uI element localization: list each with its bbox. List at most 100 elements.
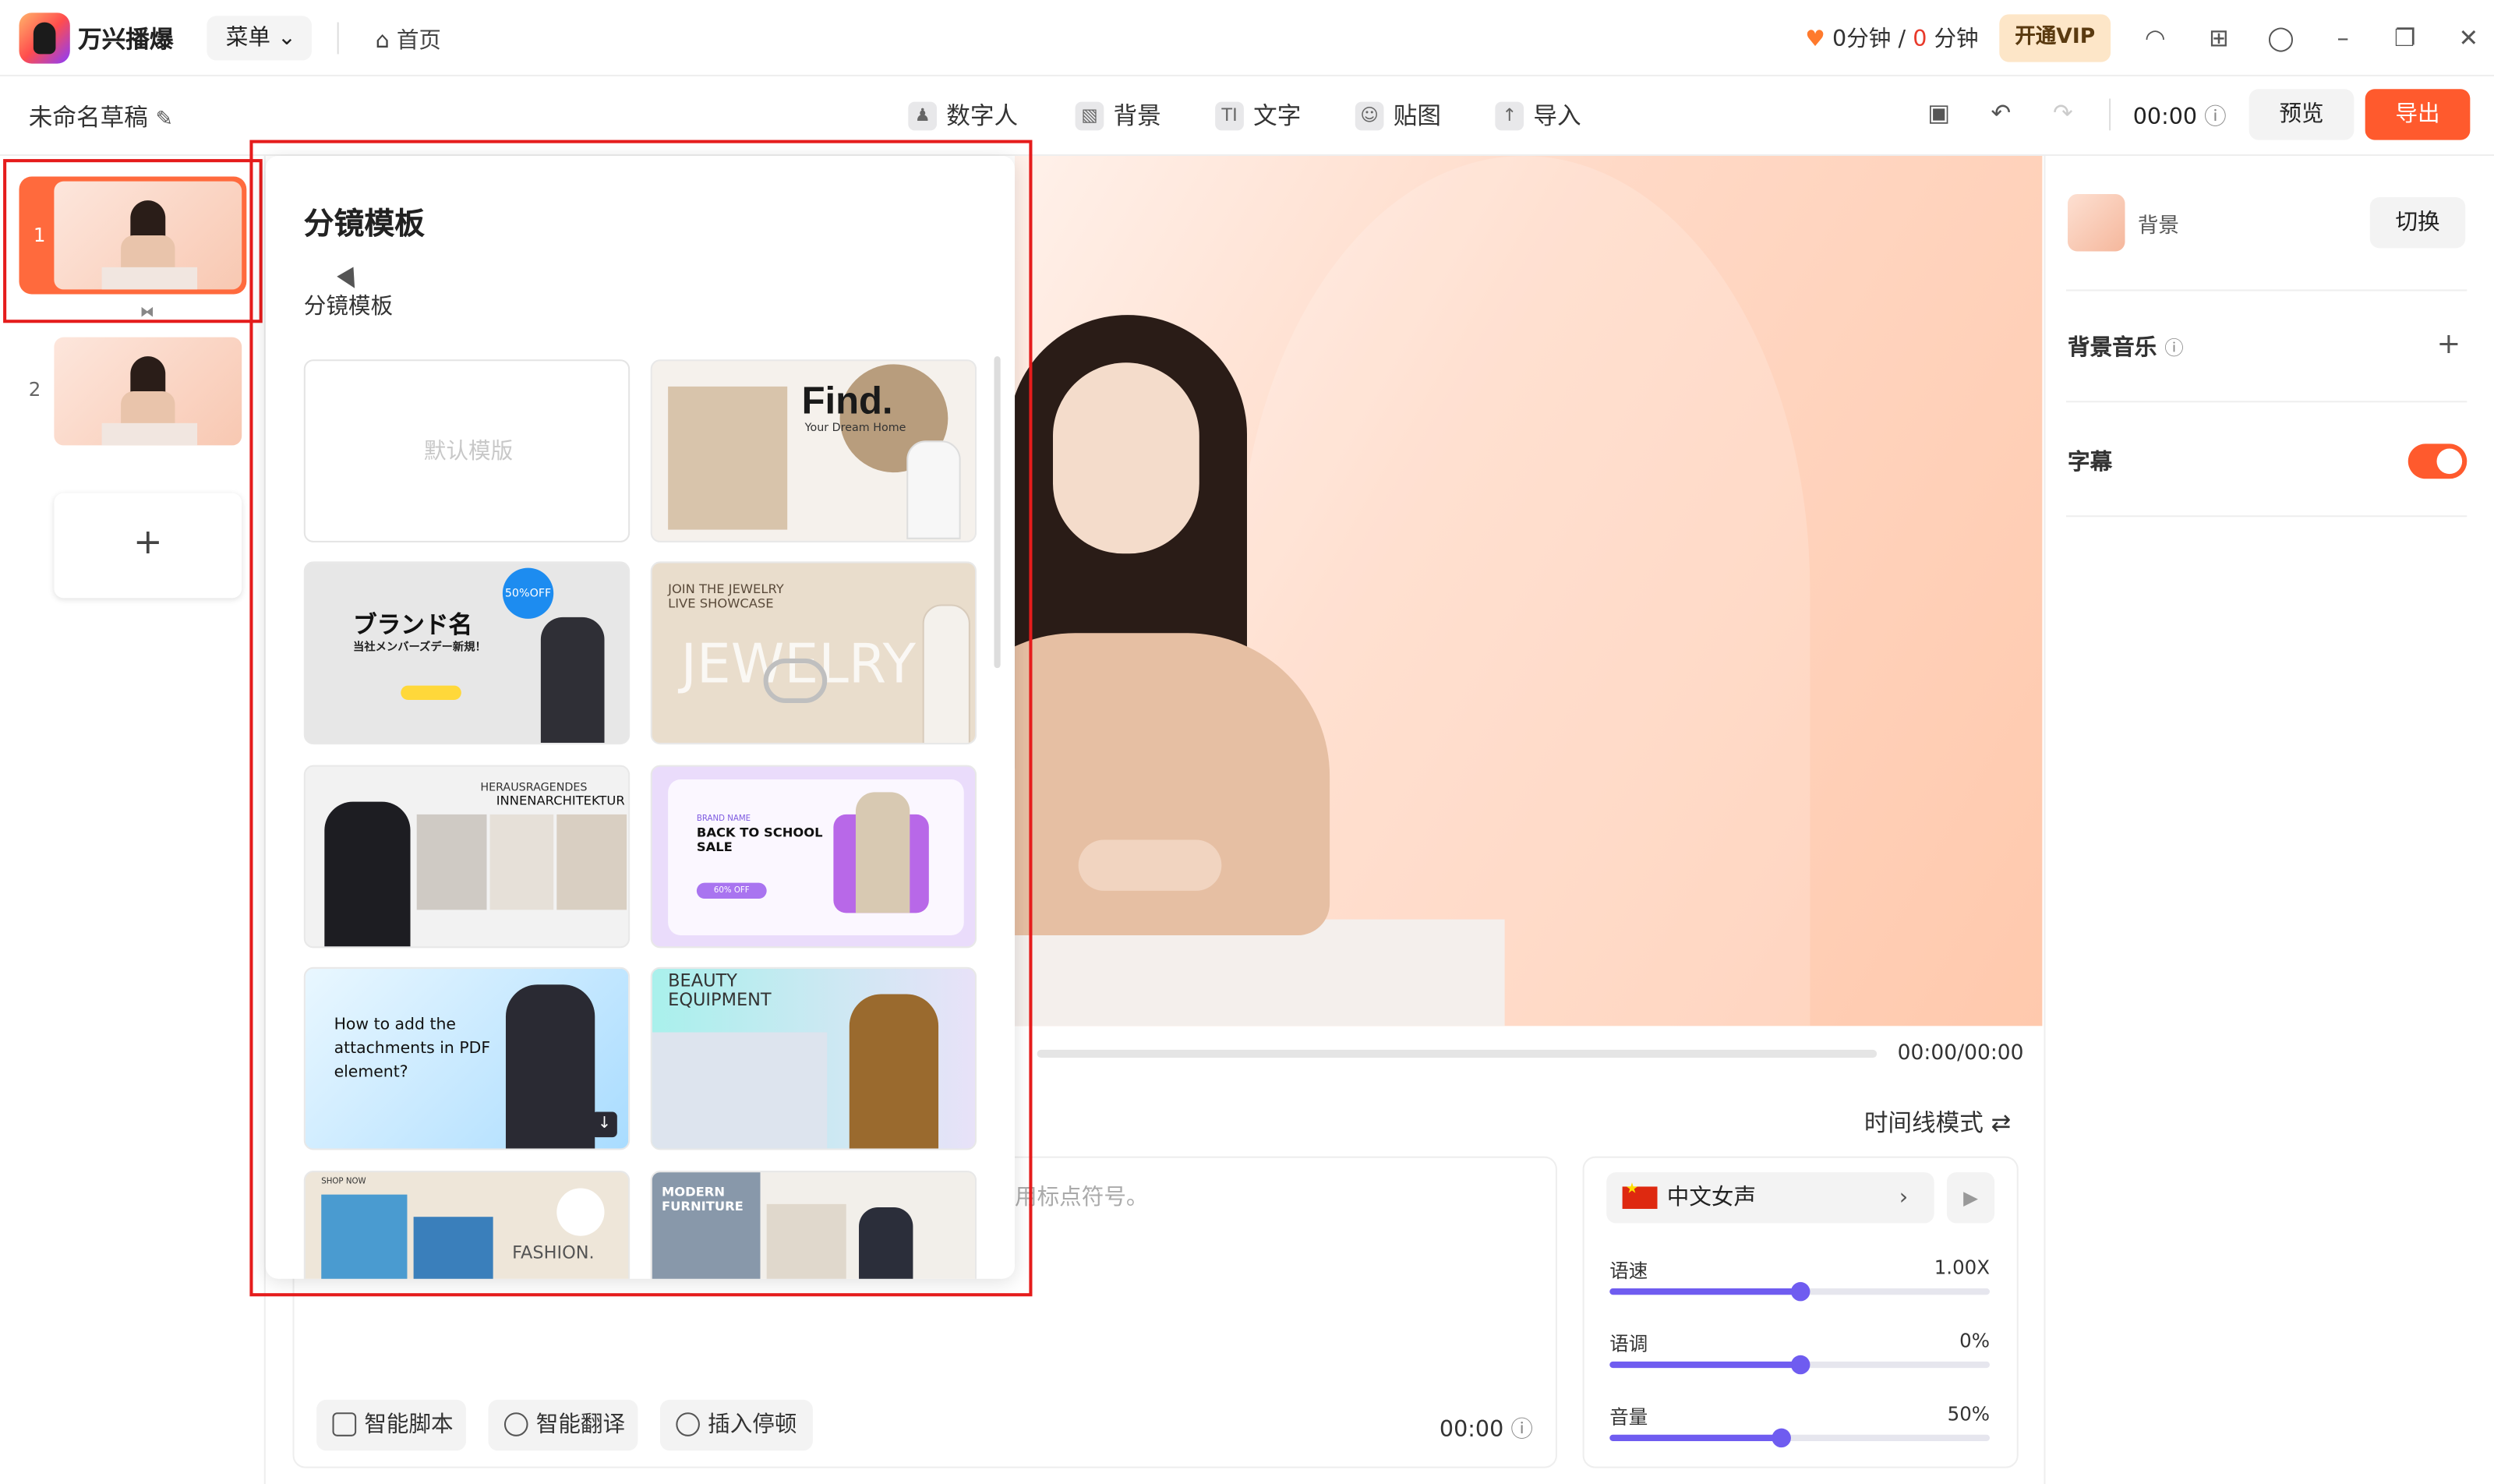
editor-time: 00:00 ⓘ: [1440, 1412, 1533, 1444]
home-link[interactable]: ⌂ 首页: [376, 24, 441, 56]
tool-digital-human[interactable]: ♟ 数字人: [908, 99, 1018, 132]
pitch-slider[interactable]: [1609, 1355, 1991, 1375]
tool-label: 数字人: [946, 101, 1019, 131]
background-thumbnail[interactable]: [2068, 193, 2125, 252]
help-icon[interactable]: ⓘ: [2164, 337, 2184, 360]
tool-label: 文字: [1253, 101, 1302, 131]
tool-import[interactable]: ↑ 导入: [1495, 99, 1581, 132]
title-bar: 万兴播爆 菜单 ⌄ ⌂ 首页 ♥ 0分钟 / 0 分钟 开通VIP ◠ ⊞ ◯ …: [0, 0, 2494, 76]
slider-handle[interactable]: [1789, 1355, 1810, 1375]
smart-script-button[interactable]: 智能脚本: [316, 1399, 466, 1451]
divider: [2109, 98, 2111, 131]
export-button[interactable]: 导出: [2365, 89, 2471, 140]
add-music-icon[interactable]: +: [2437, 327, 2461, 361]
tool-label: 贴图: [1393, 101, 1441, 131]
import-icon: ↑: [1495, 101, 1524, 130]
undo-icon[interactable]: ↶: [1987, 99, 2015, 128]
slider-fill: [1609, 1434, 1781, 1441]
pitch-label: 语调: [1609, 1333, 1648, 1355]
slider-handle[interactable]: [1771, 1428, 1791, 1448]
help-icon[interactable]: ⓘ: [2204, 105, 2227, 131]
highlight-box: [249, 140, 1033, 1297]
switch-background-button[interactable]: 切换: [2369, 197, 2466, 249]
edit-icon[interactable]: ✎: [156, 108, 173, 132]
timeline-mode-label: 时间线模式: [1863, 1108, 1984, 1138]
desk: [101, 422, 198, 446]
tool-label: 背景: [1113, 101, 1161, 131]
volume-slider[interactable]: [1609, 1428, 1991, 1448]
bg-music-row: 背景音乐 ⓘ: [2068, 330, 2184, 362]
digital-human-icon: ♟: [908, 101, 938, 130]
user-icon[interactable]: ◯: [2266, 24, 2295, 53]
subtitle-toggle[interactable]: [2407, 443, 2468, 479]
menu-label: 菜单: [225, 25, 270, 51]
credit-icon: ♥: [1805, 26, 1825, 53]
redo-icon[interactable]: ↷: [2049, 99, 2078, 128]
tool-text[interactable]: TI 文字: [1215, 99, 1301, 132]
preview-canvas[interactable]: [1015, 155, 2043, 1026]
presenter-hands: [1078, 839, 1222, 891]
vip-button[interactable]: 开通VIP: [1999, 14, 2111, 62]
draft-title-text: 未命名草稿: [28, 103, 148, 132]
china-flag-icon: [1622, 1182, 1658, 1210]
tool-sticker[interactable]: ☺ 贴图: [1355, 99, 1441, 132]
minimize-icon[interactable]: –: [2329, 24, 2358, 53]
slider-fill: [1609, 1361, 1800, 1369]
tool-label: 导入: [1533, 101, 1581, 131]
restore-icon[interactable]: ❐: [2390, 24, 2419, 53]
subtitle-label: 字幕: [2068, 450, 2113, 476]
slider-handle[interactable]: [1789, 1281, 1810, 1302]
app-name: 万兴播爆: [77, 25, 174, 55]
divider: [2065, 401, 2468, 403]
background-icon: ▧: [1075, 101, 1104, 130]
slide-number: 2: [28, 378, 41, 401]
presenter-face: [1053, 362, 1199, 554]
slide-thumbnail-2[interactable]: [54, 337, 242, 446]
translate-icon: [503, 1412, 528, 1436]
grid-icon[interactable]: ⊞: [2205, 24, 2234, 53]
help-icon[interactable]: ⓘ: [1510, 1417, 1533, 1443]
voice-name: 中文女声: [1666, 1185, 1757, 1211]
desk: [1015, 919, 1505, 1026]
credits-unit: 分钟: [1934, 26, 1979, 53]
support-icon[interactable]: ◠: [2141, 24, 2170, 53]
toolbar-time: 00:00 ⓘ: [2133, 101, 2227, 132]
player-time: 00:00/00:00: [1897, 1041, 2024, 1066]
chevron-down-icon: ⌄: [277, 25, 296, 51]
divider: [337, 22, 339, 55]
button-label: 智能脚本: [364, 1412, 454, 1438]
progress-bar[interactable]: [1037, 1049, 1878, 1058]
slider-fill: [1609, 1288, 1800, 1295]
highlight-box: [3, 159, 263, 323]
save-icon[interactable]: ▣: [1924, 99, 1953, 128]
button-label: 智能翻译: [535, 1412, 626, 1438]
credits-sep: /: [1898, 26, 1906, 53]
speed-slider[interactable]: [1609, 1281, 1991, 1302]
menu-button[interactable]: 菜单 ⌄: [207, 16, 312, 61]
credits-used: 0分钟: [1832, 26, 1892, 53]
avatar: [121, 356, 175, 433]
close-icon[interactable]: ✕: [2454, 24, 2483, 53]
insert-pause-button[interactable]: 插入停顿: [659, 1399, 813, 1451]
text-icon: TI: [1215, 101, 1244, 130]
volume-label: 音量: [1609, 1406, 1648, 1429]
credits-display: ♥ 0分钟 / 0 分钟: [1805, 23, 1978, 55]
add-slide-button[interactable]: +: [54, 493, 242, 599]
draft-title[interactable]: 未命名草稿 ✎: [29, 101, 173, 134]
chevron-right-icon: ›: [1899, 1185, 1909, 1211]
speed-label: 语速: [1609, 1260, 1648, 1282]
preview-button[interactable]: 预览: [2248, 89, 2354, 140]
tool-background[interactable]: ▧ 背景: [1075, 99, 1161, 132]
smart-translate-button[interactable]: 智能翻译: [488, 1399, 638, 1451]
script-icon: [332, 1412, 357, 1436]
timeline-mode-toggle[interactable]: 时间线模式 ⇄: [1864, 1105, 2012, 1139]
volume-value: 50%: [1947, 1402, 1991, 1426]
toolbar-time-text: 00:00: [2132, 104, 2198, 131]
speed-value: 1.00X: [1934, 1256, 1991, 1279]
swap-icon: ⇄: [1991, 1108, 2012, 1138]
divider: [2065, 289, 2468, 292]
bg-music-label: 背景音乐: [2068, 335, 2157, 362]
editor-placeholder: 用标点符号。: [1015, 1185, 1149, 1211]
divider: [2065, 515, 2468, 518]
play-voice-button[interactable]: ▶: [1946, 1172, 1995, 1224]
